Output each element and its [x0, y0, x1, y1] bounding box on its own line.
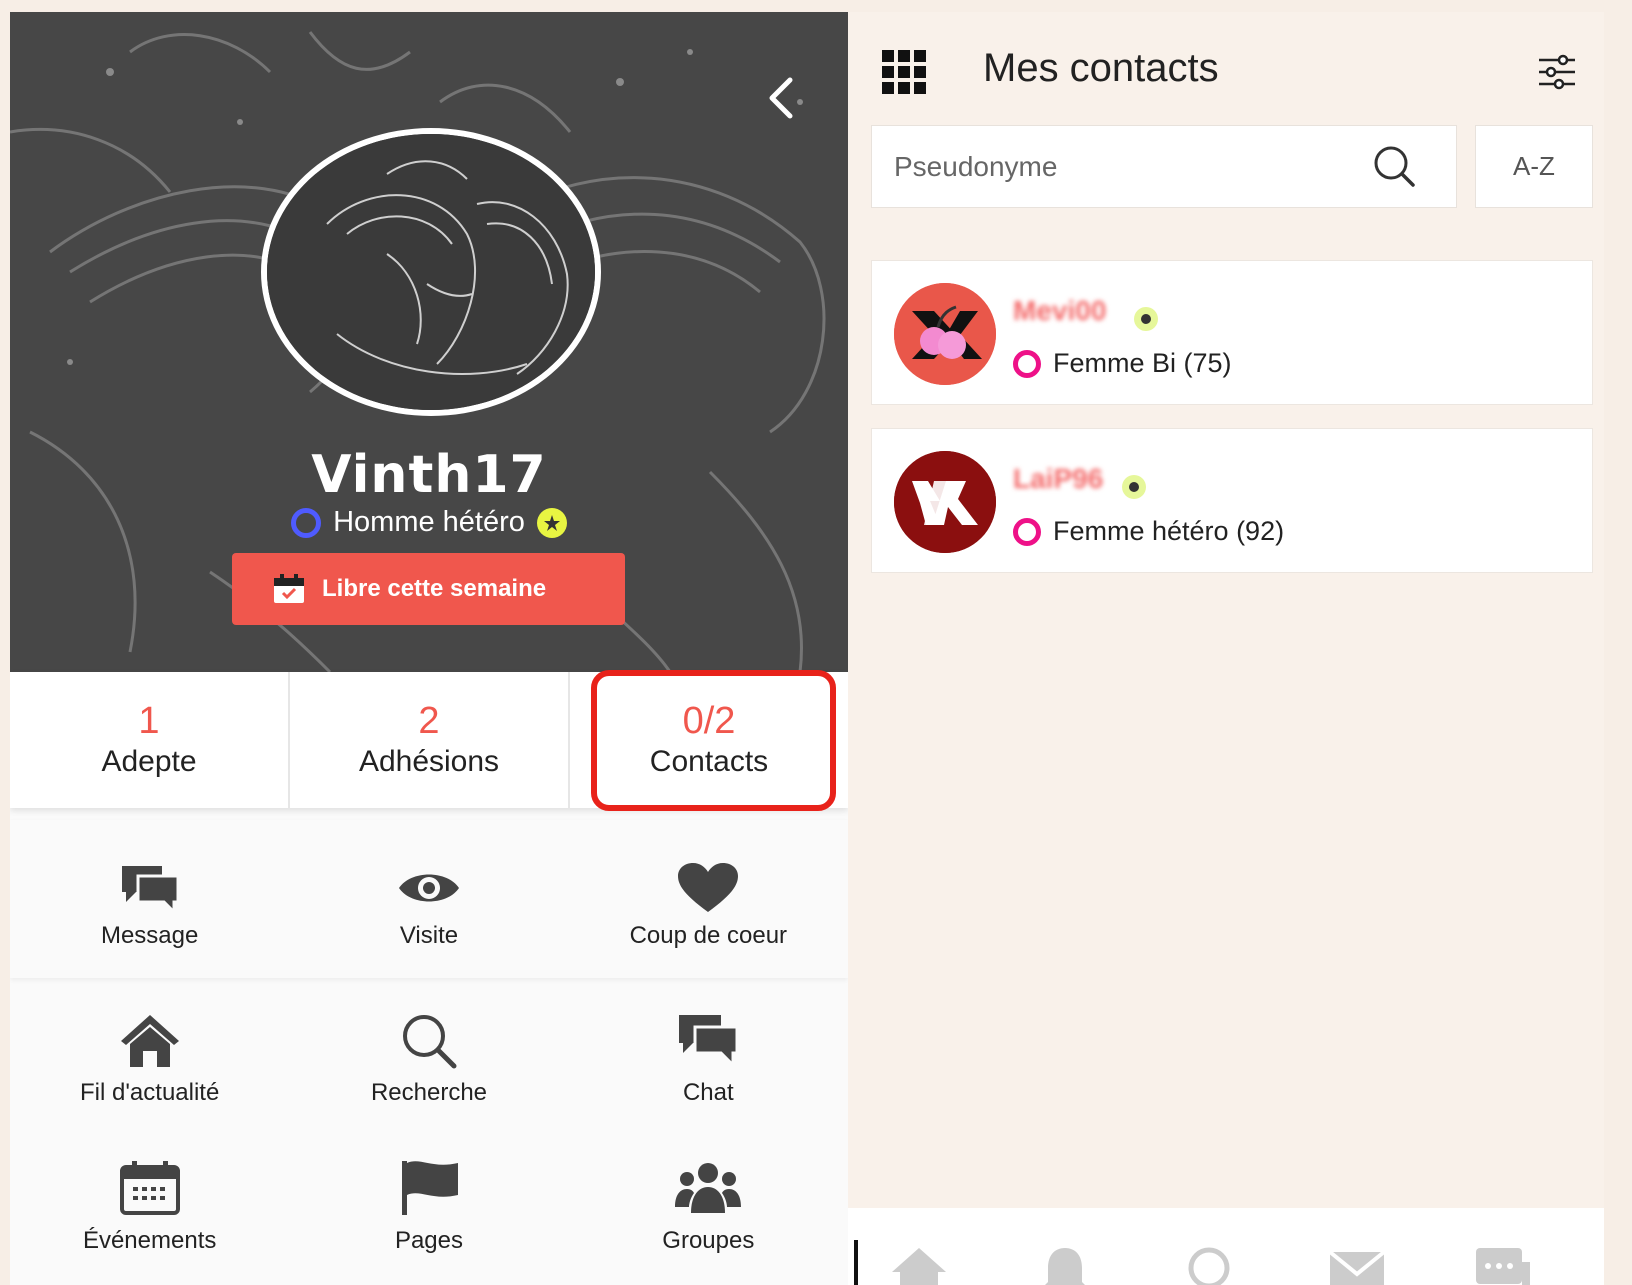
calendar-check-icon	[274, 574, 304, 603]
sort-az-button[interactable]: A-Z	[1475, 125, 1593, 208]
main-menu: Fil d'actualité Recherche Chat Événement…	[10, 995, 848, 1285]
menu-label: Groupes	[662, 1227, 755, 1254]
action-label: Message	[100, 922, 199, 949]
home-icon[interactable]	[890, 1244, 948, 1285]
profile-gender: Homme hétéro	[10, 506, 848, 539]
filter-sliders-icon[interactable]	[1537, 52, 1577, 92]
stat-value: 1	[138, 700, 160, 742]
calendar-icon	[119, 1161, 180, 1215]
chat-icon[interactable]	[1474, 1244, 1532, 1285]
profile-username: Vinth17	[311, 445, 547, 505]
contact-gender-label: Femme Bi (75)	[1053, 348, 1232, 378]
contact-name: LaiP96	[1013, 463, 1104, 494]
stat-value: 0/2	[682, 700, 736, 742]
flag-icon	[401, 1161, 458, 1215]
page-title: Mes contacts	[983, 46, 1219, 90]
profile-stats: 1 Adepte 2 Adhésions 0/2 Contacts	[10, 672, 848, 808]
profile-panel: Vinth17 Homme hétéro Libre cette semaine…	[10, 12, 848, 1285]
contact-avatar	[894, 451, 996, 553]
availability-label: Libre cette semaine	[322, 575, 547, 602]
chat-bubbles-icon	[121, 866, 180, 914]
home-icon	[120, 1015, 179, 1067]
menu-item-newsfeed[interactable]: Fil d'actualité	[10, 995, 289, 1143]
menu-item-groups[interactable]: Groupes	[569, 1143, 848, 1285]
apps-grid-icon[interactable]	[880, 48, 928, 96]
menu-label: Fil d'actualité	[80, 1079, 220, 1106]
chat-icon	[679, 1015, 739, 1069]
menu-item-search[interactable]: Recherche	[289, 995, 568, 1143]
profile-cover: Vinth17 Homme hétéro Libre cette semaine	[10, 12, 848, 672]
menu-item-pages[interactable]: Pages	[289, 1143, 568, 1285]
star-badge-icon	[536, 507, 567, 538]
gender-ring-icon	[1013, 349, 1041, 378]
contact-gender-label: Femme hétéro (92)	[1053, 516, 1285, 546]
action-label: Coup de coeur	[629, 922, 788, 949]
stat-contacts[interactable]: 0/2 Contacts	[570, 672, 848, 808]
online-dot-icon	[1134, 307, 1158, 331]
profile-actions: Message Visite Coup de coeur	[10, 820, 848, 978]
stat-label: Adepte	[101, 745, 197, 778]
eye-icon	[398, 874, 459, 902]
group-icon	[675, 1163, 742, 1213]
search-icon[interactable]	[1372, 144, 1416, 188]
search-input[interactable]	[872, 136, 1352, 197]
mail-icon[interactable]	[1328, 1244, 1386, 1285]
contacts-panel: Mes contacts A-Z Mevi00	[848, 12, 1604, 1285]
stat-label: Contacts	[649, 745, 769, 778]
message-action[interactable]: Message	[10, 820, 289, 978]
menu-item-events[interactable]: Événements	[10, 1143, 289, 1285]
profile-avatar[interactable]	[261, 128, 601, 416]
bell-icon[interactable]	[1036, 1244, 1094, 1285]
online-dot-icon	[1122, 475, 1146, 499]
contacts-header: Mes contacts	[848, 12, 1604, 130]
stat-followers[interactable]: 1 Adepte	[10, 672, 290, 808]
search-icon	[402, 1015, 457, 1069]
gender-label: Homme hétéro	[333, 506, 525, 538]
contact-name: Mevi00	[1013, 295, 1107, 326]
contact-gender: Femme hétéro (92)	[1013, 516, 1284, 547]
heart-icon	[678, 863, 739, 912]
stat-label: Adhésions	[358, 745, 500, 778]
contact-gender: Femme Bi (75)	[1013, 348, 1232, 379]
stat-value: 2	[418, 700, 440, 742]
contact-card[interactable]: Mevi00 Femme Bi (75)	[871, 260, 1593, 405]
crush-action[interactable]: Coup de coeur	[569, 820, 848, 978]
back-chevron-icon[interactable]	[758, 74, 806, 122]
search-box	[871, 125, 1457, 208]
availability-button[interactable]: Libre cette semaine	[232, 553, 625, 625]
menu-label: Pages	[394, 1227, 464, 1254]
bottom-nav	[848, 1208, 1604, 1285]
visit-action[interactable]: Visite	[289, 820, 568, 978]
search-icon[interactable]	[1182, 1244, 1240, 1285]
nav-divider	[854, 1240, 858, 1285]
menu-label: Chat	[682, 1079, 734, 1106]
stat-memberships[interactable]: 2 Adhésions	[290, 672, 570, 808]
contact-avatar	[894, 283, 996, 385]
action-label: Visite	[399, 922, 459, 949]
gender-ring-icon	[1013, 517, 1041, 546]
contact-card[interactable]: LaiP96 Femme hétéro (92)	[871, 428, 1593, 573]
menu-item-chat[interactable]: Chat	[569, 995, 848, 1143]
menu-label: Recherche	[370, 1079, 488, 1106]
gender-ring-icon	[291, 507, 322, 538]
menu-label: Événements	[82, 1227, 217, 1254]
